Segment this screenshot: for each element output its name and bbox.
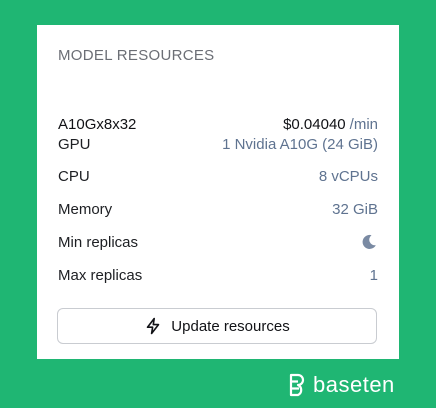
baseten-logo-icon <box>289 373 307 397</box>
price-unit: /min <box>349 115 378 133</box>
cpu-label: CPU <box>58 167 90 185</box>
lightning-bolt-icon <box>144 317 162 335</box>
instance-name: A10Gx8x32 <box>58 115 137 133</box>
min-replicas-label: Min replicas <box>58 233 139 251</box>
resource-row-max-replicas: Max replicas 1 <box>58 264 378 286</box>
update-resources-button[interactable]: Update resources <box>57 308 377 344</box>
resource-row-cpu: CPU 8 vCPUs <box>58 165 378 187</box>
instance-row: A10Gx8x32 $0.04040 /min <box>58 113 378 135</box>
resource-row-min-replicas: Min replicas <box>58 231 378 253</box>
model-resources-card: MODEL RESOURCES A10Gx8x32 $0.04040 /min … <box>37 25 399 359</box>
memory-value: 32 GiB <box>332 200 378 218</box>
gpu-label: GPU <box>58 135 91 153</box>
brand-name: baseten <box>313 372 395 397</box>
baseten-brand: baseten <box>289 372 395 398</box>
update-resources-label: Update resources <box>171 317 290 335</box>
cpu-value: 8 vCPUs <box>318 167 378 185</box>
resource-row-gpu: GPU 1 Nvidia A10G (24 GiB) <box>58 133 378 155</box>
instance-price: $0.04040 /min <box>283 116 378 133</box>
card-title: MODEL RESOURCES <box>58 47 215 64</box>
resource-row-memory: Memory 32 GiB <box>58 198 378 220</box>
memory-label: Memory <box>58 200 113 218</box>
max-replicas-label: Max replicas <box>58 266 143 284</box>
gpu-value: 1 Nvidia A10G (24 GiB) <box>222 135 378 153</box>
max-replicas-value: 1 <box>369 266 378 284</box>
price-value: $0.04040 <box>283 115 346 133</box>
moon-icon <box>360 233 378 251</box>
